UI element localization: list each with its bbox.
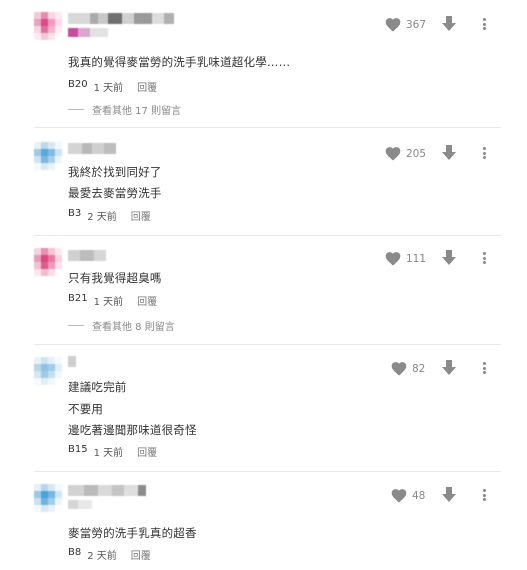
reply-button[interactable]: 回覆 [137, 293, 157, 308]
comment-item: 只有我覺得超臭嗎 B21 1 天前 回覆 查看其他 8 則留言 111 [0, 236, 527, 343]
like-button[interactable]: 48 [391, 488, 425, 503]
reply-button[interactable]: 回覆 [137, 444, 157, 459]
view-more-replies-link[interactable]: 查看其他 17 則留言 [68, 102, 181, 117]
comment-text: 不要用 [68, 402, 104, 416]
like-count: 48 [412, 489, 426, 502]
avatar[interactable] [34, 142, 62, 170]
author-dept-blurred [68, 28, 108, 37]
author-name-blurred [68, 250, 106, 261]
timestamp: 1 天前 [93, 297, 124, 308]
comment-item: 麥當勞的洗手乳真的超香 B8 2 天前 回覆 48 [0, 472, 527, 570]
like-button[interactable]: 82 [391, 361, 425, 376]
like-count: 111 [406, 252, 427, 265]
like-count: 367 [406, 18, 427, 31]
author-name-blurred [68, 143, 116, 154]
comment-text: 我終於找到同好了 [68, 165, 162, 179]
author-dept-blurred [68, 500, 92, 509]
floor-number: B15 [68, 444, 88, 455]
reply-button[interactable]: 回覆 [137, 79, 157, 94]
floor-number: B21 [68, 293, 88, 304]
heart-icon [385, 147, 401, 161]
avatar[interactable] [34, 248, 62, 276]
view-more-replies-label: 查看其他 8 則留言 [92, 322, 175, 333]
arrow-down-icon[interactable] [442, 145, 456, 161]
heart-icon [385, 252, 401, 266]
timestamp: 1 天前 [93, 448, 124, 459]
floor-number: B3 [68, 208, 82, 219]
heart-icon [385, 18, 401, 32]
floor-number: B8 [68, 547, 82, 558]
comment-meta: B3 2 天前 回覆 [68, 208, 151, 223]
reply-button[interactable]: 回覆 [131, 208, 151, 223]
comment-meta: B21 1 天前 回覆 [68, 293, 157, 308]
like-count: 205 [406, 147, 427, 160]
comment-text: 建議吃完前 [68, 380, 127, 394]
more-vertical-icon[interactable] [479, 361, 489, 375]
like-button[interactable]: 367 [385, 17, 426, 32]
heart-icon [391, 362, 407, 376]
comment-text: 我真的覺得麥當勞的洗手乳味道超化學…… [68, 55, 291, 69]
divider-dash [68, 325, 84, 326]
more-vertical-icon[interactable] [479, 251, 489, 265]
comment-meta: B15 1 天前 回覆 [68, 444, 157, 459]
heart-icon [391, 489, 407, 503]
like-button[interactable]: 111 [385, 251, 426, 266]
divider-dash [68, 109, 84, 110]
avatar[interactable] [34, 357, 62, 385]
comment-item: 我終於找到同好了 最愛去麥當勞洗手 B3 2 天前 回覆 205 [0, 128, 527, 233]
arrow-down-icon[interactable] [442, 16, 456, 32]
author-name-blurred [68, 356, 76, 367]
comment-text: 邊吃著邊聞那味道很奇怪 [68, 423, 197, 437]
avatar[interactable] [34, 484, 62, 512]
comment-item: 我真的覺得麥當勞的洗手乳味道超化學…… B20 1 天前 回覆 查看其他 17 … [0, 0, 527, 125]
more-vertical-icon[interactable] [479, 488, 489, 502]
timestamp: 1 天前 [93, 83, 124, 94]
arrow-down-icon[interactable] [442, 487, 456, 503]
author-name-blurred [68, 485, 146, 496]
avatar[interactable] [34, 12, 62, 40]
like-count: 82 [412, 362, 426, 375]
comment-text: 只有我覺得超臭嗎 [68, 271, 162, 285]
author-name-blurred [68, 13, 174, 24]
comment-text: 麥當勞的洗手乳真的超香 [68, 526, 197, 540]
comment-text: 最愛去麥當勞洗手 [68, 186, 162, 200]
comment-list: 我真的覺得麥當勞的洗手乳味道超化學…… B20 1 天前 回覆 查看其他 17 … [0, 0, 527, 570]
arrow-down-icon[interactable] [442, 250, 456, 266]
arrow-down-icon[interactable] [442, 360, 456, 376]
view-more-replies-link[interactable]: 查看其他 8 則留言 [68, 318, 175, 333]
floor-number: B20 [68, 79, 88, 90]
reply-button[interactable]: 回覆 [131, 547, 151, 562]
comment-meta: B20 1 天前 回覆 [68, 79, 157, 94]
more-vertical-icon[interactable] [479, 17, 489, 31]
like-button[interactable]: 205 [385, 146, 426, 161]
timestamp: 2 天前 [87, 212, 117, 223]
comment-item: 建議吃完前 不要用 邊吃著邊聞那味道很奇怪 B15 1 天前 回覆 82 [0, 345, 527, 470]
more-vertical-icon[interactable] [479, 146, 489, 160]
comment-meta: B8 2 天前 回覆 [68, 547, 151, 562]
timestamp: 2 天前 [87, 551, 117, 562]
view-more-replies-label: 查看其他 17 則留言 [92, 106, 182, 117]
